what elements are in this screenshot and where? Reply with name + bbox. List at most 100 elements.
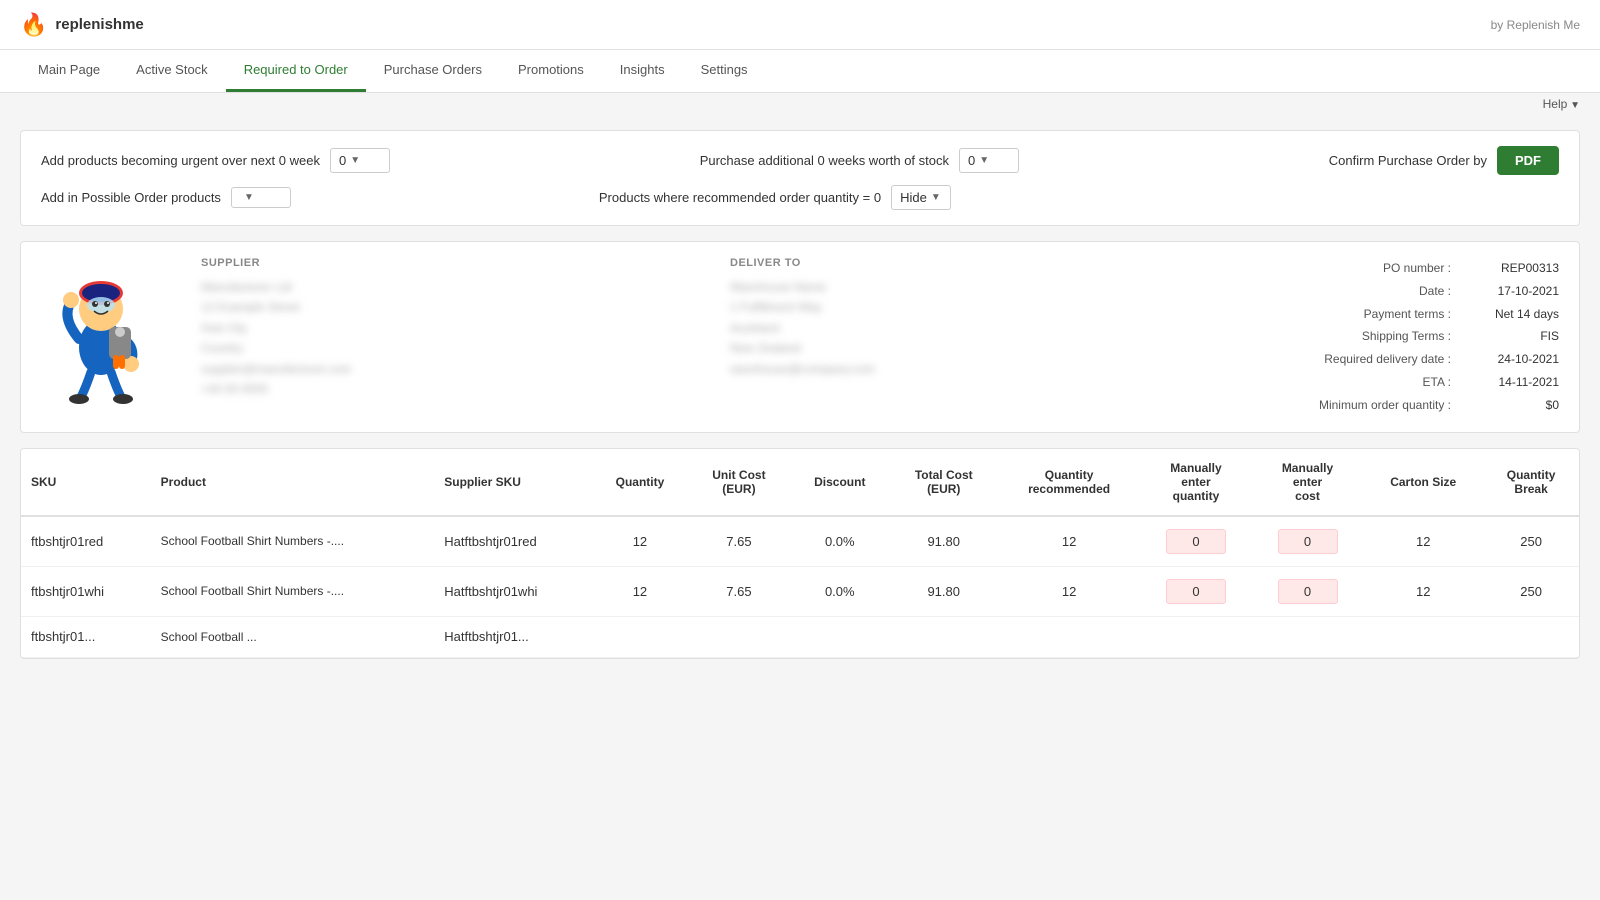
cell-manually-enter-qty[interactable] (1140, 566, 1252, 616)
possible-order-group: Add in Possible Order products ▼ (41, 187, 291, 208)
nav-item-purchase-orders[interactable]: Purchase Orders (366, 50, 500, 92)
zero-qty-value: Hide (900, 190, 927, 205)
app-name: replenishme (55, 16, 143, 33)
deliver-line-1: Warehouse Name (730, 277, 1239, 297)
cell-product: School Football Shirt Numbers -.... (151, 566, 435, 616)
cell-product: School Football Shirt Numbers -.... (151, 516, 435, 567)
cell-supplier-sku: Hatftbshtjr01red (434, 516, 592, 567)
zero-qty-group: Products where recommended order quantit… (599, 185, 951, 210)
logo-icon: 🔥 (20, 12, 47, 38)
po-eta-value: 14-11-2021 (1459, 371, 1559, 394)
cell-unit-cost: 7.65 (688, 566, 790, 616)
supplier-label: SUPPLIER (201, 257, 710, 269)
main-content: Add products becoming urgent over next 0… (0, 115, 1600, 674)
cell-discount: 0.0% (790, 566, 889, 616)
cell-quantity: 12 (592, 566, 688, 616)
po-delivery-value: 24-10-2021 (1459, 348, 1559, 371)
cell-sku: ftbshtjr01whi (21, 566, 151, 616)
po-shipping-value: FIS (1459, 325, 1559, 348)
po-date-row: Date : 17-10-2021 (1259, 280, 1559, 303)
manually-enter-cost-input[interactable] (1278, 579, 1338, 604)
manually-enter-cost-input[interactable] (1278, 529, 1338, 554)
col-sku: SKU (21, 449, 151, 516)
po-delivery-label: Required delivery date : (1324, 348, 1451, 371)
nav-item-promotions[interactable]: Promotions (500, 50, 602, 92)
po-eta-label: ETA : (1423, 371, 1451, 394)
col-qty-recommended: Quantityrecommended (998, 449, 1140, 516)
cell-qty-break: 250 (1483, 516, 1579, 567)
supplier-section: SUPPLIER Manufacturer Ltd 12 Example Str… (201, 257, 710, 417)
supplier-email: supplier@manufacturer.com (201, 359, 710, 379)
cell-quantity: 12 (592, 516, 688, 567)
cell-manually-enter-cost[interactable] (1252, 616, 1364, 658)
cell-total-cost: 91.80 (890, 566, 998, 616)
pdf-button[interactable]: PDF (1497, 146, 1559, 175)
purchase-weeks-select[interactable]: 0 ▼ (959, 148, 1019, 173)
deliver-label: DELIVER TO (730, 257, 1239, 269)
controls-row-1: Add products becoming urgent over next 0… (41, 146, 1559, 175)
nav-item-active-stock[interactable]: Active Stock (118, 50, 226, 92)
urgent-arrow-icon: ▼ (350, 155, 360, 166)
cell-supplier-sku: Hatftbshtjr01whi (434, 566, 592, 616)
po-details: PO number : REP00313 Date : 17-10-2021 P… (1259, 257, 1559, 417)
cell-qty-recommended: 12 (998, 516, 1140, 567)
cell-manually-enter-qty[interactable] (1140, 616, 1252, 658)
confirm-po-label: Confirm Purchase Order by (1329, 153, 1487, 168)
nav-item-main-page[interactable]: Main Page (20, 50, 118, 92)
deliver-line-4: New Zealand (730, 338, 1239, 358)
logo-area: 🔥 replenishme (20, 12, 144, 38)
supplier-city: Hub City (201, 318, 710, 338)
urgent-label: Add products becoming urgent over next 0… (41, 153, 320, 168)
by-text: by Replenish Me (1491, 18, 1580, 32)
po-number-label: PO number : (1383, 257, 1451, 280)
zero-qty-select[interactable]: Hide ▼ (891, 185, 951, 210)
cell-carton-size: 12 (1363, 516, 1483, 567)
po-number-row: PO number : REP00313 (1259, 257, 1559, 280)
po-payment-row: Payment terms : Net 14 days (1259, 303, 1559, 326)
cell-unit-cost (688, 616, 790, 658)
cell-carton-size (1363, 616, 1483, 658)
po-moq-value: $0 (1459, 394, 1559, 417)
table-wrapper: SKU Product Supplier SKU Quantity Unit C… (20, 448, 1580, 660)
deliver-line-2: 1 Fulfillment Way (730, 297, 1239, 317)
manually-enter-qty-input[interactable] (1166, 579, 1226, 604)
possible-order-label: Add in Possible Order products (41, 190, 221, 205)
help-link[interactable]: Help (1543, 97, 1580, 111)
zero-qty-label: Products where recommended order quantit… (599, 190, 881, 205)
controls-card: Add products becoming urgent over next 0… (20, 130, 1580, 226)
supplier-line-1: Manufacturer Ltd (201, 277, 710, 297)
po-payment-label: Payment terms : (1364, 303, 1451, 326)
nav-item-required-to-order[interactable]: Required to Order (226, 50, 366, 92)
cell-manually-enter-qty[interactable] (1140, 516, 1252, 567)
supplier-line-2: 12 Example Street (201, 297, 710, 317)
cell-quantity (592, 616, 688, 658)
nav-item-insights[interactable]: Insights (602, 50, 683, 92)
cell-qty-break (1483, 616, 1579, 658)
col-carton-size: Carton Size (1363, 449, 1483, 516)
manually-enter-qty-input[interactable] (1166, 529, 1226, 554)
po-moq-row: Minimum order quantity : $0 (1259, 394, 1559, 417)
cell-discount: 0.0% (790, 516, 889, 567)
col-supplier-sku: Supplier SKU (434, 449, 592, 516)
controls-row-2: Add in Possible Order products ▼ Product… (41, 185, 1559, 210)
cell-manually-enter-cost[interactable] (1252, 566, 1364, 616)
table-row: ftbshtjr01... School Football ... Hatftb… (21, 616, 1579, 658)
purchase-weeks-control-group: Purchase additional 0 weeks worth of sto… (700, 148, 1019, 173)
cell-qty-recommended: 12 (998, 566, 1140, 616)
mascot (41, 257, 161, 397)
deliver-line-3: Auckland (730, 318, 1239, 338)
po-shipping-label: Shipping Terms : (1362, 325, 1451, 348)
urgent-select[interactable]: 0 ▼ (330, 148, 390, 173)
col-discount: Discount (790, 449, 889, 516)
nav-item-settings[interactable]: Settings (683, 50, 766, 92)
possible-order-select[interactable]: ▼ (231, 187, 291, 208)
zero-qty-arrow-icon: ▼ (931, 192, 941, 203)
purchase-weeks-arrow-icon: ▼ (979, 155, 989, 166)
cell-total-cost: 91.80 (890, 516, 998, 567)
cell-carton-size: 12 (1363, 566, 1483, 616)
cell-qty-break: 250 (1483, 566, 1579, 616)
cell-unit-cost: 7.65 (688, 516, 790, 567)
po-number-value: REP00313 (1459, 257, 1559, 280)
cell-supplier-sku: Hatftbshtjr01... (434, 616, 592, 658)
cell-manually-enter-cost[interactable] (1252, 516, 1364, 567)
